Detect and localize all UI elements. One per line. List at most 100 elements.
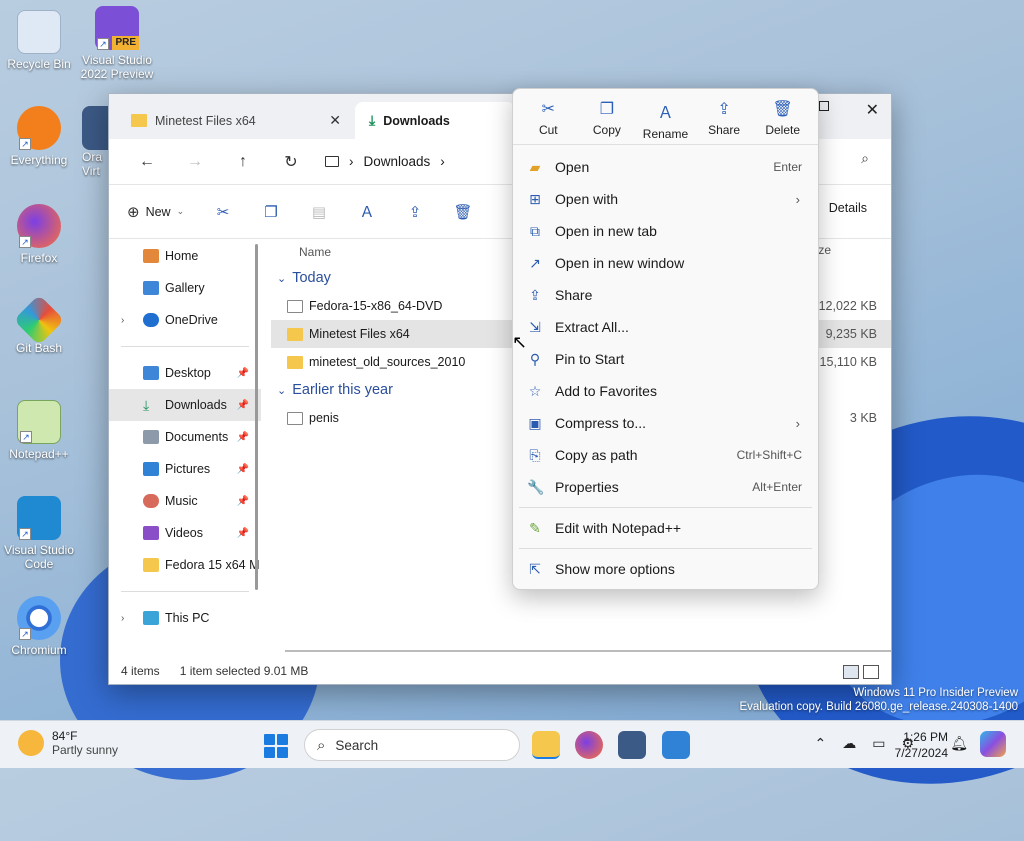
firefox-icon[interactable]: [575, 731, 603, 759]
menu-item-open-new-window[interactable]: ↗ Open in new window: [513, 247, 818, 279]
desktop-icon-recycle-bin[interactable]: Recycle Bin: [2, 10, 76, 71]
partly-sunny-icon: [18, 730, 44, 756]
sidebar-item-home[interactable]: Home: [109, 240, 261, 272]
search-icon[interactable]: ⌕: [861, 150, 869, 167]
desktop-icon-everything[interactable]: ↗ Everything: [2, 106, 76, 167]
shortcut-arrow-icon: ↗: [19, 138, 31, 150]
weather-widget[interactable]: 84°F Partly sunny: [18, 729, 118, 757]
chevron-down-icon: ⌄: [176, 206, 185, 216]
file-icon: [287, 299, 303, 313]
share-button[interactable]: ⇪ Share: [695, 99, 754, 144]
desktop-icon-chromium[interactable]: ↗ Chromium: [2, 596, 76, 657]
desktop-icon-vscode[interactable]: ↗ Visual Studio Code: [2, 496, 76, 571]
maximize-icon[interactable]: [819, 101, 829, 111]
sidebar-item-fedora[interactable]: Fedora 15 x64 M: [109, 549, 261, 581]
download-icon: ⤓: [369, 112, 376, 128]
copy-button[interactable]: ❐ Copy: [578, 99, 637, 144]
share-icon: ⇪: [717, 101, 731, 118]
menu-item-open-with[interactable]: ⊞ Open with ›: [513, 183, 818, 215]
sidebar-item-desktop[interactable]: Desktop 📌: [109, 357, 261, 389]
cut-button[interactable]: ✂ Cut: [519, 99, 578, 144]
details-view-icon[interactable]: [843, 665, 859, 679]
firefox-icon: ↗: [17, 204, 61, 248]
chevron-up-icon[interactable]: ⌃: [814, 735, 826, 752]
network-icon[interactable]: ▭: [872, 735, 885, 752]
chevron-right-icon[interactable]: ›: [121, 315, 124, 326]
cut-icon: ✂: [541, 101, 555, 118]
sidebar-item-documents[interactable]: Documents 📌: [109, 421, 261, 453]
file-explorer-icon[interactable]: [532, 731, 560, 759]
clock[interactable]: 1:26 PM 7/27/2024: [895, 729, 948, 761]
pin-icon: ⚲: [529, 350, 541, 367]
window-close-icon[interactable]: ✕: [866, 100, 879, 120]
desktop-icon-firefox[interactable]: ↗ Firefox: [2, 204, 76, 265]
sidebar-scrollbar[interactable]: [255, 244, 258, 590]
item-count: 4 items: [121, 664, 160, 678]
up-arrow-icon[interactable]: ↑: [219, 153, 267, 171]
column-header-size[interactable]: ze: [818, 243, 831, 257]
taskbar: 84°F Partly sunny ⌕ Search ⌃ ☁ ▭ ⚙ 1:26 …: [0, 720, 1024, 768]
forward-arrow-icon[interactable]: →: [171, 153, 219, 171]
menu-item-show-more-options[interactable]: ⇱ Show more options: [513, 553, 818, 585]
share-icon: ⇪: [529, 286, 541, 303]
evaluation-watermark: Windows 11 Pro Insider Preview Evaluatio…: [739, 687, 1018, 713]
desktop-icon-visual-studio[interactable]: ↗ PRE Visual Studio 2022 Preview: [80, 6, 154, 81]
address-bar[interactable]: › Downloads ›: [325, 154, 445, 169]
notepadpp-icon: ✎: [529, 519, 541, 536]
menu-item-compress-to[interactable]: ▣ Compress to... ›: [513, 407, 818, 439]
menu-item-add-to-favorites[interactable]: ☆ Add to Favorites: [513, 375, 818, 407]
back-arrow-icon[interactable]: ←: [123, 153, 171, 171]
menu-item-open[interactable]: ▰ Open Enter: [513, 151, 818, 183]
notification-bell-icon[interactable]: 🔔︎: [950, 735, 968, 752]
tiles-view-icon[interactable]: [863, 665, 879, 679]
chevron-right-icon[interactable]: ›: [121, 613, 124, 624]
close-tab-icon[interactable]: ✕: [329, 112, 341, 129]
cut-icon[interactable]: ✂: [199, 203, 247, 221]
new-window-icon: ↗: [529, 254, 541, 271]
tab-minetest-files[interactable]: Minetest Files x64 ✕: [117, 102, 355, 139]
rename-button[interactable]: Ａ Rename: [636, 99, 695, 144]
paste-icon[interactable]: ▤: [295, 203, 343, 221]
delete-button[interactable]: 🗑 Delete: [753, 99, 812, 144]
menu-item-pin-to-start[interactable]: ⚲ Pin to Start: [513, 343, 818, 375]
sidebar-item-pictures[interactable]: Pictures 📌: [109, 453, 261, 485]
copy-icon[interactable]: ❐: [247, 203, 295, 221]
folder-icon: [143, 558, 159, 572]
breadcrumb-downloads[interactable]: Downloads: [364, 154, 431, 169]
menu-item-properties[interactable]: 🔧 Properties Alt+Enter: [513, 471, 818, 503]
delete-icon[interactable]: 🗑: [439, 203, 487, 221]
sidebar-item-videos[interactable]: Videos 📌: [109, 517, 261, 549]
cloud-offline-icon[interactable]: ☁: [842, 735, 856, 752]
desktop-icon-notepadpp[interactable]: ↗ Notepad++: [2, 400, 76, 461]
menu-item-share[interactable]: ⇪ Share: [513, 279, 818, 311]
copilot-icon[interactable]: [980, 731, 1006, 757]
shortcut-arrow-icon: ↗: [97, 38, 109, 50]
menu-item-extract-all[interactable]: ⇲ Extract All...: [513, 311, 818, 343]
menu-item-edit-notepadpp[interactable]: ✎ Edit with Notepad++: [513, 512, 818, 544]
horizontal-scrollbar[interactable]: [285, 650, 891, 652]
rename-icon[interactable]: Ａ: [343, 201, 391, 222]
sidebar-item-onedrive[interactable]: › OneDrive: [109, 304, 261, 336]
virtualbox-icon[interactable]: [618, 731, 646, 759]
sidebar-item-this-pc[interactable]: › This PC: [109, 602, 261, 634]
start-button[interactable]: [264, 734, 288, 758]
notepadpp-icon: ↗: [17, 400, 61, 444]
menu-item-copy-as-path[interactable]: ⎘ Copy as path Ctrl+Shift+C: [513, 439, 818, 471]
new-button[interactable]: ⊕ New ⌄: [127, 203, 199, 221]
taskbar-search[interactable]: ⌕ Search: [304, 729, 520, 761]
desktop-icon-git-bash[interactable]: Git Bash: [2, 294, 76, 355]
shortcut-arrow-icon: ↗: [19, 628, 31, 640]
context-menu: ✂ Cut ❐ Copy Ａ Rename ⇪ Share 🗑 Delete ▰ Open E…: [512, 88, 819, 590]
pin-icon: 📌: [236, 463, 249, 475]
pictures-icon: [143, 462, 159, 476]
menu-item-open-new-tab[interactable]: ⧉ Open in new tab: [513, 215, 818, 247]
sidebar-item-downloads[interactable]: ⤓ Downloads 📌: [109, 389, 261, 421]
freecad-icon[interactable]: [662, 731, 690, 759]
sidebar-item-music[interactable]: Music 📌: [109, 485, 261, 517]
share-icon[interactable]: ⇪: [391, 203, 439, 221]
details-button[interactable]: Details: [829, 201, 867, 215]
tab-downloads[interactable]: ⤓ Downloads: [355, 102, 515, 139]
sidebar-item-gallery[interactable]: Gallery: [109, 272, 261, 304]
refresh-icon[interactable]: ↻: [267, 152, 315, 172]
videos-icon: [143, 526, 159, 540]
